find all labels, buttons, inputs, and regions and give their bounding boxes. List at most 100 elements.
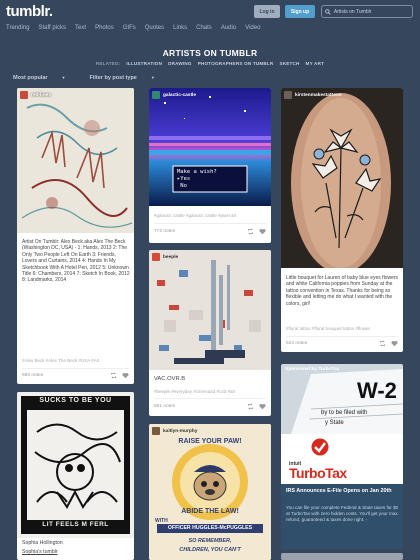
notes-count[interactable]: 524 notes: [286, 341, 307, 346]
post-header: red-lines: [20, 91, 51, 99]
post-image-woodcut: [17, 392, 134, 538]
form-line1: by to be filed with: [321, 410, 368, 416]
divider: [286, 336, 398, 337]
post-card-galactic-castle[interactable]: Make a wish? ▸Yes No galactic-castle #ga…: [149, 88, 271, 243]
search-icon: [325, 8, 331, 15]
form-line2: y State: [325, 420, 344, 426]
post-author[interactable]: kirstenmakestattoos: [295, 93, 342, 98]
post-tags[interactable]: #Alex Beck #Alex The Beck #USA #Art: [22, 358, 130, 363]
nav-audio[interactable]: Audio: [221, 25, 236, 31]
poster-children: CHILDREN, YOU CAN'T: [179, 547, 241, 553]
woodcut-footer: LIT FEELS M FERL: [42, 521, 109, 528]
post-header: beeple: [152, 253, 178, 261]
notes-count[interactable]: 686 notes: [22, 373, 43, 378]
caption-link[interactable]: Sophia's tumblr: [22, 549, 58, 555]
reblog-icon[interactable]: [247, 403, 254, 410]
nav-staff-picks[interactable]: Staff picks: [38, 25, 66, 31]
heart-icon[interactable]: [259, 228, 266, 235]
nav-chats[interactable]: Chats: [196, 25, 212, 31]
post-card-kaitlyn-murphy[interactable]: kaitlyn-murphy RAISE YOUR PAW! ABIDE THE…: [149, 424, 271, 560]
nav-photos[interactable]: Photos: [95, 25, 114, 31]
nav-quotes[interactable]: Quotes: [145, 25, 164, 31]
ad-text: You can file your complete Federal & Sta…: [286, 505, 399, 522]
search-input[interactable]: [333, 8, 412, 15]
post-image-hands-sketch: [17, 88, 134, 233]
post-tags[interactable]: #galactic castle #galactic castle #pixel…: [154, 213, 266, 218]
notes-count[interactable]: 772 notes: [154, 229, 175, 234]
nav-links[interactable]: Links: [173, 25, 187, 31]
post-card-beeple[interactable]: beeple VAC.OVR.B #beeple #everyday #cine…: [149, 250, 271, 416]
poster-remember: SO REMEMBER,: [188, 538, 232, 544]
dialog-title: Make a wish?: [177, 169, 217, 175]
pixel-dialog: Make a wish? ▸Yes No: [177, 169, 217, 190]
post-author[interactable]: galactic-castle: [163, 93, 196, 98]
divider: [22, 368, 129, 369]
heart-icon[interactable]: [122, 372, 129, 379]
post-author[interactable]: beeple: [163, 255, 178, 260]
post-type-label: Filter by post type: [89, 75, 137, 81]
chevron-down-icon: ▼: [150, 75, 155, 80]
checkmark-icon: [311, 438, 329, 456]
dialog-no: No: [177, 183, 187, 189]
related-illustration[interactable]: ILLUSTRATION: [126, 61, 162, 66]
avatar[interactable]: [152, 253, 160, 261]
related-drawing[interactable]: DRAWING: [168, 61, 192, 66]
related-sketch[interactable]: SKETCH: [279, 61, 299, 66]
post-tags[interactable]: #beeple #everyday #cinema4d #c4d #art: [154, 389, 266, 394]
avatar[interactable]: [284, 91, 292, 99]
login-button[interactable]: Log in: [254, 5, 280, 18]
reblog-icon[interactable]: [110, 372, 117, 379]
related-my-art[interactable]: MY ART: [306, 61, 325, 66]
post-caption: VAC.OVR.B: [154, 376, 186, 382]
post-card-partial[interactable]: [281, 553, 403, 560]
nav-video[interactable]: Video: [245, 25, 260, 31]
divider: [154, 223, 266, 224]
post-image-tattoo: [281, 88, 403, 268]
poster-arc-top: RAISE YOUR PAW!: [178, 438, 242, 445]
post-actions: [110, 372, 129, 379]
most-popular-dropdown[interactable]: Most popular ▼: [13, 75, 78, 81]
post-card-woodcut[interactable]: SUCKS TO BE YOU LIT FEELS M FERL Sophia …: [17, 392, 134, 560]
post-card-kirstenmakestattoos[interactable]: kirstenmakestattoos Little bouquet for L…: [281, 88, 403, 352]
post-card-red-lines[interactable]: red-lines Artist On Tumblr: Alex Beck.ak…: [17, 88, 134, 384]
poster-officer: OFFICER HUGGLES-McPUGGLES: [167, 525, 253, 531]
page-title: ARTISTS ON TUMBLR: [162, 48, 258, 58]
related-tags: RELATED: ILLUSTRATION DRAWING PHOTOGRAPH…: [0, 61, 420, 66]
reblog-icon[interactable]: [379, 340, 386, 347]
avatar[interactable]: [152, 91, 160, 99]
notes-count[interactable]: 561 notes: [154, 404, 175, 409]
poster-with: WITH: [155, 518, 168, 524]
post-header: galactic-castle: [152, 91, 196, 99]
post-actions: [247, 228, 266, 235]
post-text: Artist On Tumblr: Alex Beck.aka Alex The…: [22, 239, 130, 284]
chevron-down-icon: ▼: [61, 75, 66, 80]
sponsored-post-turbotax[interactable]: Sponsored by TurboTax W-2 by to be filed…: [281, 364, 403, 549]
post-author[interactable]: red-lines: [31, 93, 51, 98]
related-photographers[interactable]: PHOTOGRAPHERS ON TUMBLR: [198, 61, 274, 66]
search-box[interactable]: [321, 5, 413, 18]
post-text: Little bouquet for Lauren of baby blue e…: [286, 275, 399, 307]
post-actions: [379, 340, 398, 347]
most-popular-label: Most popular: [13, 75, 48, 81]
nav-text[interactable]: Text: [75, 25, 86, 31]
avatar[interactable]: [20, 91, 28, 99]
reblog-icon[interactable]: [247, 228, 254, 235]
turbotax-brand: TurboTax: [289, 465, 347, 481]
heart-icon[interactable]: [259, 403, 266, 410]
nav-trending[interactable]: Trending: [6, 25, 29, 31]
post-author[interactable]: kaitlyn-murphy: [163, 429, 197, 434]
divider: [154, 398, 266, 399]
caption-author: Sophia Hollington: [22, 540, 63, 546]
ad-headline[interactable]: IRS Announces E-File Opens on Jan 20th: [286, 488, 400, 495]
w2-label: W-2: [357, 378, 397, 403]
turbotax-banner: intuit TurboTax: [281, 434, 403, 484]
nav-gifs[interactable]: GIFs: [123, 25, 136, 31]
post-header: kaitlyn-murphy: [152, 427, 197, 435]
avatar[interactable]: [152, 427, 160, 435]
post-tags[interactable]: #floral tattoo #floral bouquet tattoo #f…: [286, 326, 398, 331]
post-image-3d-render: [149, 250, 271, 370]
tumblr-logo[interactable]: tumblr.: [6, 3, 53, 20]
heart-icon[interactable]: [391, 340, 398, 347]
signup-button[interactable]: Sign up: [285, 5, 315, 18]
post-type-dropdown[interactable]: Filter by post type ▼: [90, 75, 167, 81]
